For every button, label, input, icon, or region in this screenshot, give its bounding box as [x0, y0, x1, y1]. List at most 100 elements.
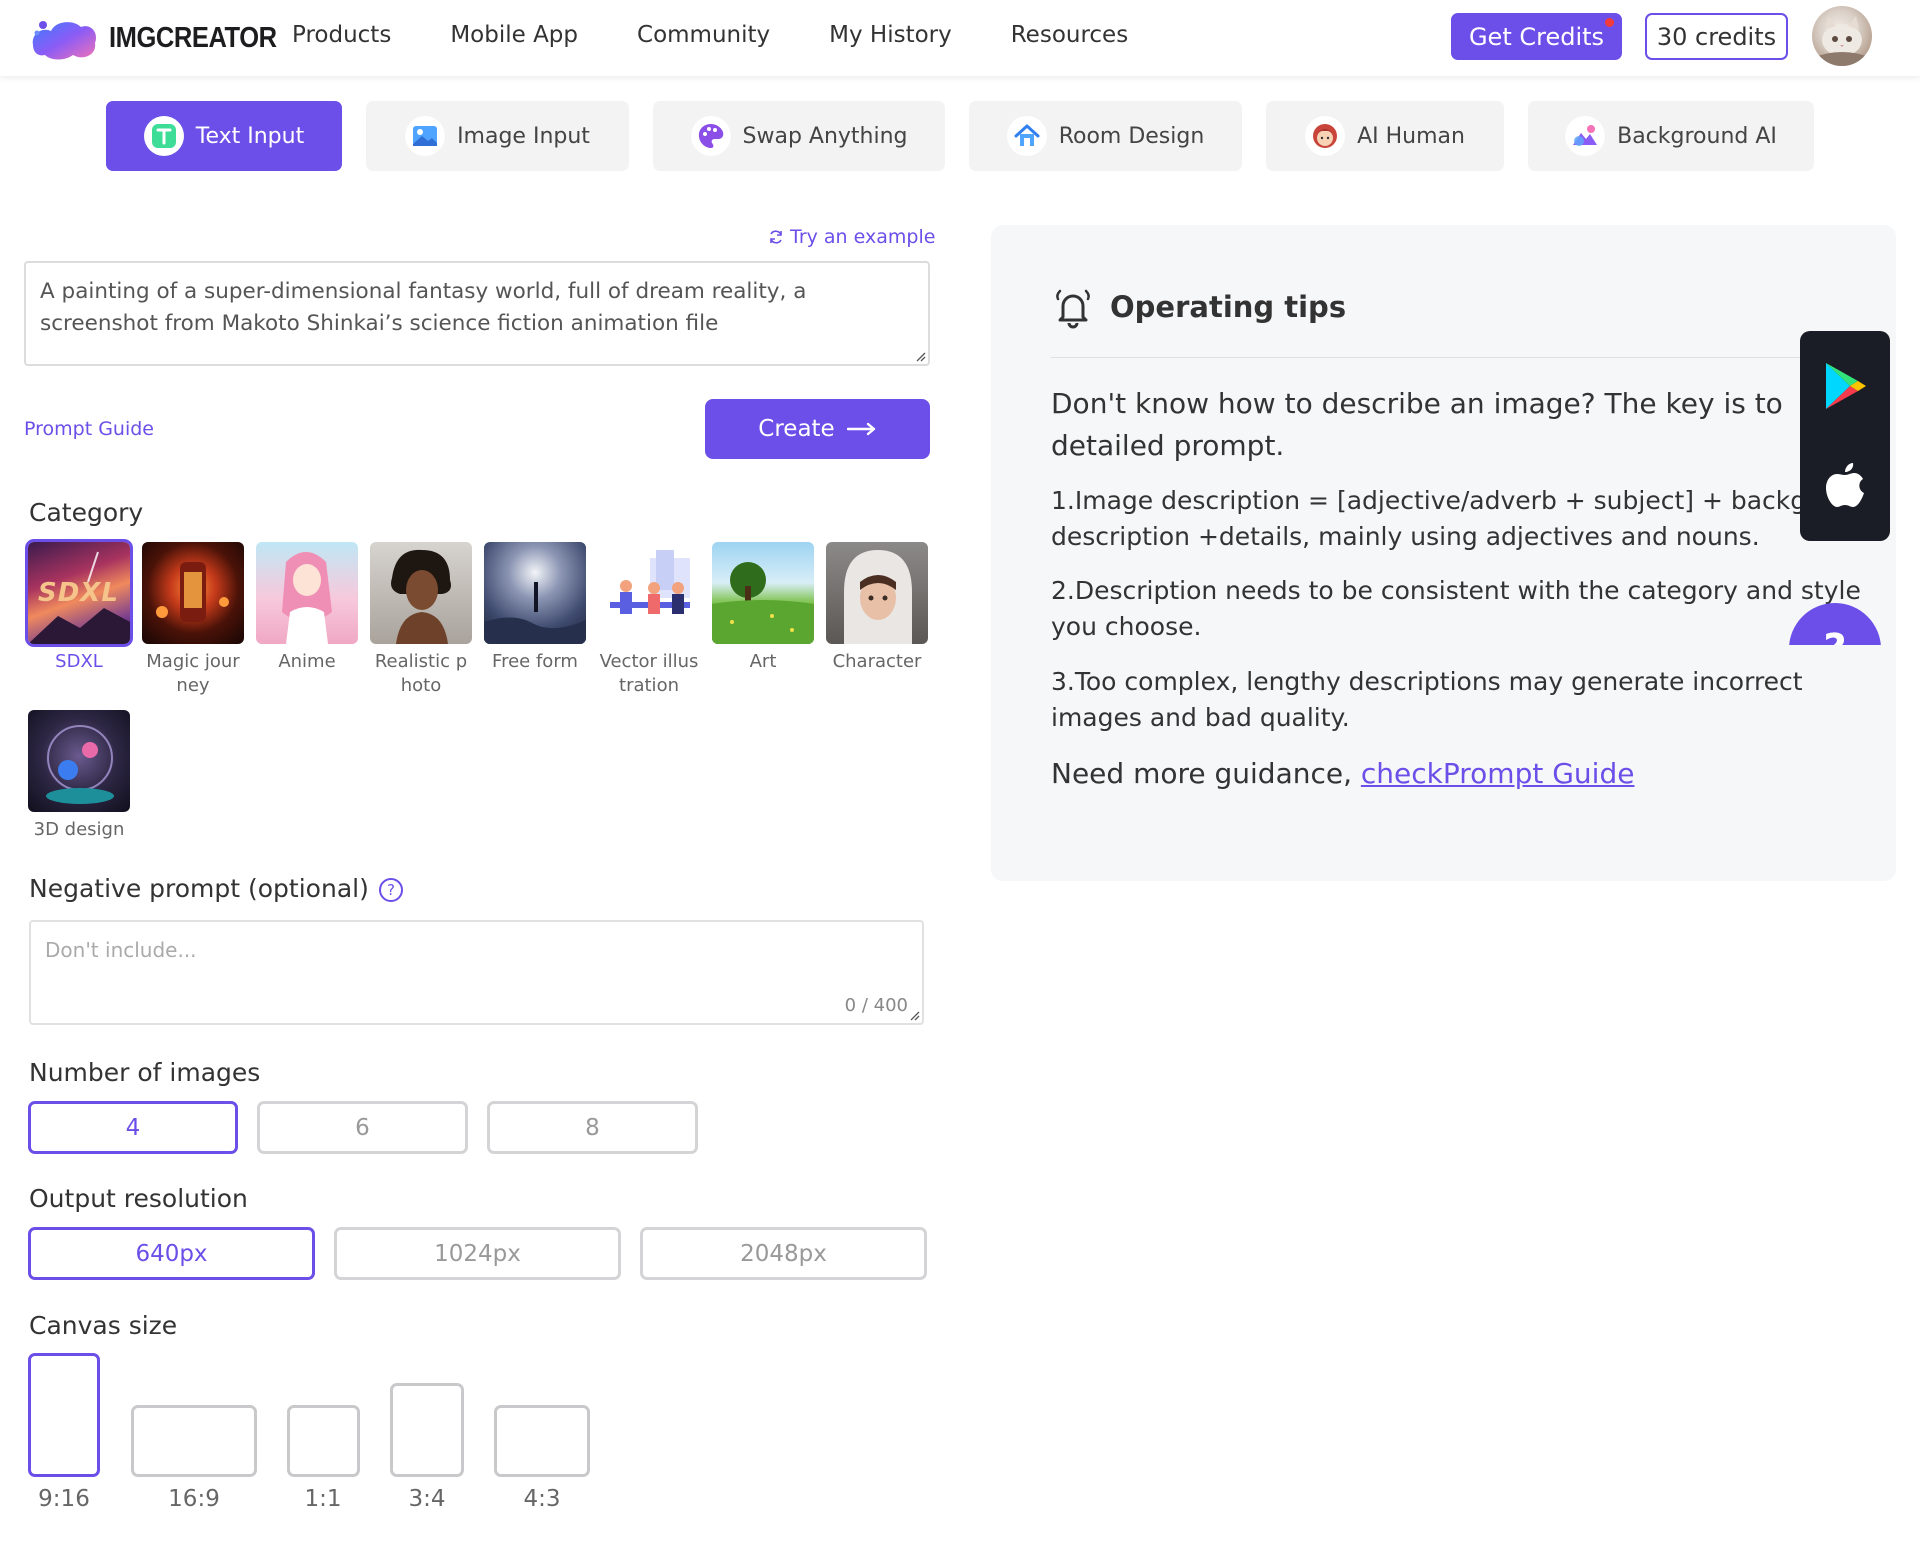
imgcreator-logo[interactable]: IMGCREATOR: [29, 15, 299, 61]
palette-icon: [690, 116, 731, 156]
app-store-bar: [1800, 331, 1890, 541]
user-avatar[interactable]: [1812, 6, 1872, 66]
category-realistic-photo[interactable]: Realistic p hoto: [370, 542, 472, 698]
prompt-textarea[interactable]: A painting of a super-dimensional fantas…: [24, 261, 930, 366]
option-label: 4: [125, 1114, 141, 1141]
mode-tabs: Text Input Image Input Swap Anything Roo…: [0, 101, 1920, 171]
option-label: 6: [355, 1114, 370, 1141]
prompt-guide-link[interactable]: Prompt Guide: [24, 418, 154, 440]
bell-icon: [1056, 289, 1090, 329]
negative-prompt-label: Negative prompt (optional): [29, 874, 369, 903]
category-vector-illustration[interactable]: Vector illus tration: [598, 542, 700, 698]
apple-icon[interactable]: [1824, 461, 1866, 511]
canvas-label-text: 3:4: [408, 1486, 446, 1512]
house-icon: [1006, 116, 1047, 156]
nav-my-history[interactable]: My History: [829, 22, 952, 48]
help-question-label: ?: [1789, 603, 1881, 645]
resolution-option[interactable]: 2048px: [640, 1227, 927, 1280]
resize-grip-icon[interactable]: [914, 350, 926, 362]
credits-balance[interactable]: 30 credits: [1645, 13, 1788, 60]
canvas-label-text: 1:1: [304, 1486, 342, 1512]
try-example-link[interactable]: Try an example: [768, 226, 935, 248]
option-label: 2048px: [740, 1240, 827, 1267]
negative-placeholder: Don't include...: [45, 938, 197, 962]
option-label: 8: [585, 1114, 600, 1141]
tab-background-ai[interactable]: Background AI: [1528, 101, 1814, 171]
option-label: 1024px: [434, 1240, 521, 1267]
category-label: Category: [29, 498, 144, 527]
category-free-form[interactable]: Free form: [484, 542, 586, 674]
logo-blob-icon: [32, 21, 97, 60]
prompt-text: A painting of a super-dimensional fantas…: [40, 279, 807, 336]
category-character[interactable]: Character: [826, 542, 928, 674]
canvas-option-1-1[interactable]: [287, 1405, 360, 1477]
tab-label: AI Human: [1357, 123, 1465, 149]
art-thumbnail: [712, 542, 814, 644]
google-play-icon[interactable]: [1822, 361, 1868, 411]
notification-dot: [1605, 18, 1614, 27]
tab-ai-human[interactable]: AI Human: [1266, 101, 1504, 171]
top-header: IMGCREATOR Products Mobile App Community…: [0, 0, 1920, 76]
resolution-option[interactable]: 1024px: [334, 1227, 621, 1280]
create-label: Create: [758, 416, 835, 442]
get-credits-button[interactable]: Get Credits: [1451, 13, 1622, 60]
tab-image-input[interactable]: Image Input: [366, 101, 629, 171]
category-sdxl[interactable]: SDXL SDXL: [25, 539, 133, 674]
tab-label: Background AI: [1617, 123, 1777, 149]
canvas-option-3-4[interactable]: [390, 1383, 464, 1477]
category-anime[interactable]: Anime: [256, 542, 358, 674]
try-example-label: Try an example: [790, 226, 936, 248]
credits-label: 30 credits: [1656, 22, 1777, 51]
canvas-label-text: 4:3: [523, 1486, 561, 1512]
canvas-option-4-3[interactable]: [494, 1405, 590, 1477]
refresh-icon: [770, 230, 782, 244]
magic-journey-thumbnail: [142, 542, 244, 644]
char-counter: 0 / 400: [844, 995, 908, 1016]
num-images-option[interactable]: 4: [28, 1101, 238, 1154]
num-images-option[interactable]: 8: [487, 1101, 698, 1154]
num-images-option[interactable]: 6: [257, 1101, 468, 1154]
category-art[interactable]: Art: [712, 542, 814, 674]
negative-prompt-textarea[interactable]: Don't include... 0 / 400: [29, 920, 924, 1025]
category-label-text: Anime: [278, 651, 336, 672]
canvas-size-label: Canvas size: [29, 1311, 178, 1340]
nav-products[interactable]: Products: [292, 22, 391, 48]
output-resolution-label: Output resolution: [29, 1184, 248, 1213]
tab-swap-anything[interactable]: Swap Anything: [653, 101, 945, 171]
canvas-option-16-9[interactable]: [131, 1405, 257, 1477]
vector-illustration-thumbnail: [598, 542, 700, 644]
nav-community[interactable]: Community: [637, 22, 770, 48]
tab-text-input[interactable]: Text Input: [106, 101, 342, 171]
category-label-text: SDXL: [55, 651, 103, 672]
resize-grip-icon[interactable]: [908, 1009, 920, 1021]
nav-mobile-app[interactable]: Mobile App: [450, 22, 578, 48]
background-ai-icon: [1565, 116, 1606, 156]
category-label-text: Art: [749, 651, 777, 672]
arrow-right-icon: [846, 422, 875, 436]
category-3d-design[interactable]: 3D design: [28, 710, 130, 842]
category-label-text: 3D design: [33, 819, 125, 840]
help-question-icon[interactable]: ?: [379, 878, 403, 902]
tab-label: Swap Anything: [742, 123, 908, 149]
realistic-photo-thumbnail: [370, 542, 472, 644]
resolution-option[interactable]: 640px: [28, 1227, 315, 1280]
tips-divider: [1051, 357, 1841, 358]
tab-room-design[interactable]: Room Design: [969, 101, 1242, 171]
sdxl-badge: SDXL: [38, 578, 119, 608]
nav-resources[interactable]: Resources: [1011, 22, 1128, 48]
tips-title: Operating tips: [1110, 290, 1347, 324]
category-label-text: Realistic p hoto: [374, 651, 468, 696]
number-of-images-label: Number of images: [29, 1058, 261, 1087]
tab-label: Room Design: [1058, 123, 1205, 149]
free-form-thumbnail: [484, 542, 586, 644]
main-nav: Products Mobile App Community My History…: [292, 22, 1187, 48]
create-button[interactable]: Create: [705, 399, 930, 459]
anime-thumbnail: [256, 542, 358, 644]
category-label-text: Vector illus tration: [599, 651, 699, 696]
canvas-option-9-16[interactable]: [28, 1353, 100, 1477]
canvas-label-text: 16:9: [168, 1486, 220, 1512]
category-magic-journey[interactable]: Magic jour ney: [142, 542, 244, 698]
help-chat-button[interactable]: ?: [1789, 603, 1881, 645]
tab-label: Text Input: [195, 123, 305, 149]
ai-human-icon: [1305, 116, 1346, 156]
